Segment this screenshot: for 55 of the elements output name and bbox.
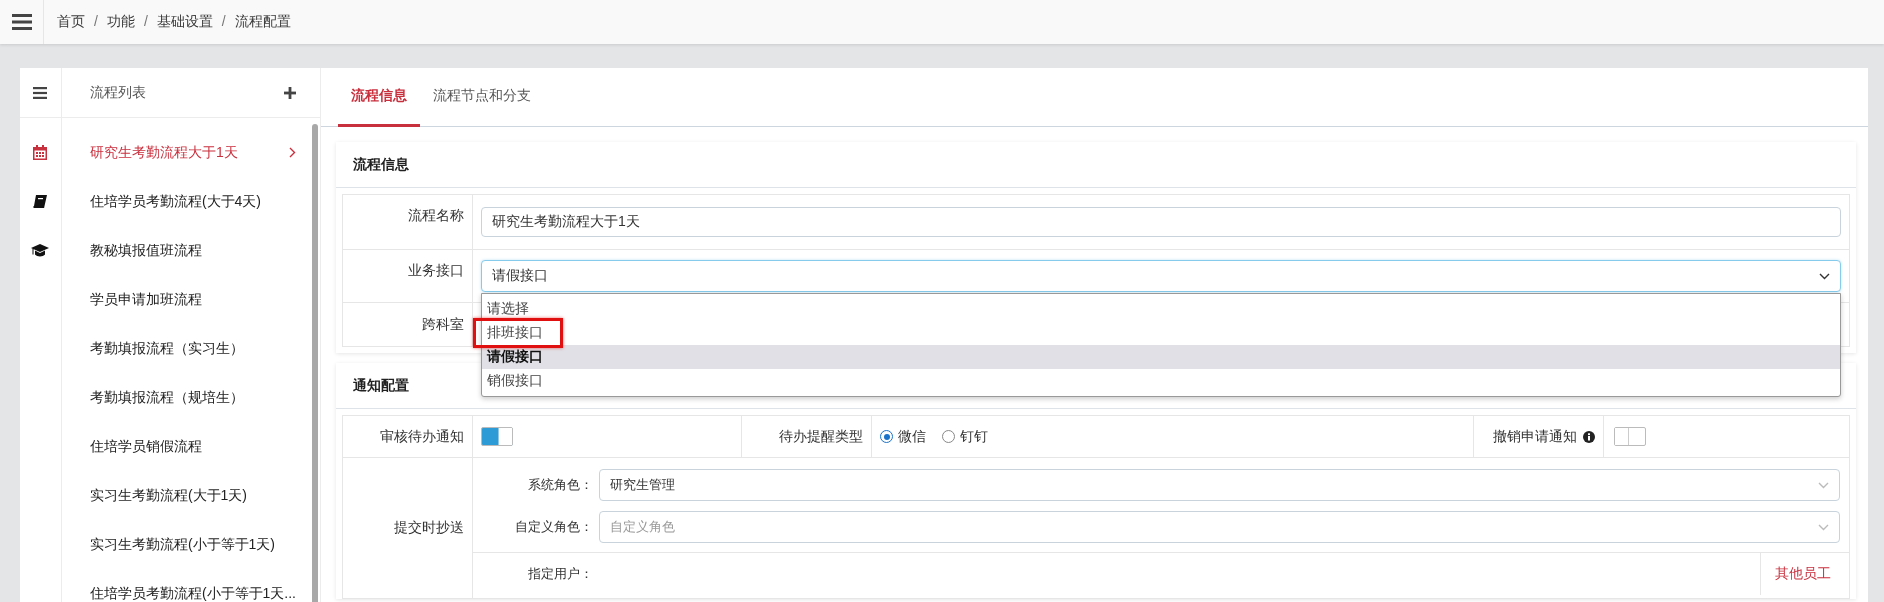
field-label: 指定用户：	[527, 565, 594, 583]
breadcrumb-separator: /	[221, 13, 226, 31]
chevron-down-icon	[1818, 481, 1829, 489]
info-icon	[1583, 430, 1595, 443]
chevron-right-icon	[289, 147, 296, 158]
tab[interactable]: 流程节点和分支	[420, 68, 544, 127]
graduation-cap-icon	[31, 244, 50, 257]
other-staff-link[interactable]: 其他员工	[1760, 553, 1849, 595]
process-list-item[interactable]: 住培学员考勤流程(大于4天)	[61, 177, 320, 226]
dropdown-option[interactable]: 排班接口	[482, 321, 1840, 345]
process-list-item[interactable]: 考勤填报流程（规培生）	[61, 373, 320, 422]
book-icon	[33, 194, 48, 209]
process-list-item[interactable]: 学员申请加班流程	[61, 275, 320, 324]
panel-title: 流程信息	[336, 142, 1856, 188]
process-list-item[interactable]: 住培学员考勤流程(小于等于1天...	[61, 569, 320, 602]
process-list-item[interactable]: 教秘填报值班流程	[61, 226, 320, 275]
calendar-icon	[33, 145, 48, 160]
menu-icon[interactable]	[11, 14, 32, 30]
field-label: 自定义角色：	[514, 518, 594, 536]
dropdown-option[interactable]: 销假接口	[482, 369, 1840, 393]
toggle-switch[interactable]	[1614, 427, 1646, 446]
tab[interactable]: 流程信息	[338, 68, 420, 127]
process-list-item[interactable]: 研究生考勤流程大于1天	[61, 128, 320, 177]
breadcrumb-link[interactable]: 流程配置	[234, 13, 291, 31]
breadcrumb-separator: /	[94, 13, 98, 31]
select-field[interactable]: 请假接口	[481, 260, 1841, 292]
dropdown-option[interactable]: 请假接口	[482, 345, 1840, 369]
field-label: 待办提醒类型	[779, 427, 863, 446]
chevron-down-icon	[1819, 272, 1830, 280]
field-label: 审核待办通知	[380, 427, 464, 446]
field-label: 流程名称	[408, 207, 464, 225]
process-list-item[interactable]: 考勤填报流程（实习生）	[61, 324, 320, 373]
breadcrumb-link[interactable]: 功能	[106, 13, 135, 31]
process-list-item[interactable]: 住培学员销假流程	[61, 422, 320, 471]
chevron-down-icon	[1818, 523, 1829, 531]
menu-icon[interactable]	[33, 86, 48, 99]
field-label: 系统角色：	[527, 476, 594, 494]
scrollbar[interactable]	[312, 124, 318, 602]
breadcrumb-separator: /	[143, 13, 148, 31]
field-label: 跨科室	[422, 315, 464, 334]
select-field[interactable]: 研究生管理	[599, 469, 1840, 501]
process-list-item[interactable]: 实习生考勤流程(小于等于1天)	[61, 520, 320, 569]
toggle-switch[interactable]	[481, 427, 513, 446]
list-title: 流程列表	[89, 83, 146, 102]
field-label: 提交时抄送	[394, 519, 464, 537]
breadcrumb-link[interactable]: 基础设置	[156, 13, 213, 31]
process-list-item[interactable]: 实习生考勤流程(大于1天)	[61, 471, 320, 520]
breadcrumb-link[interactable]: 首页	[57, 13, 85, 31]
add-icon[interactable]	[284, 86, 296, 99]
radio-option[interactable]: 微信	[880, 427, 926, 446]
radio-option[interactable]: 钉钉	[942, 427, 988, 446]
field-label: 业务接口	[408, 262, 464, 280]
field-label: 撤销申请通知	[1493, 427, 1577, 446]
name-input-field[interactable]: 研究生考勤流程大于1天	[481, 207, 1841, 237]
dropdown-option[interactable]: 请选择	[482, 297, 1840, 321]
